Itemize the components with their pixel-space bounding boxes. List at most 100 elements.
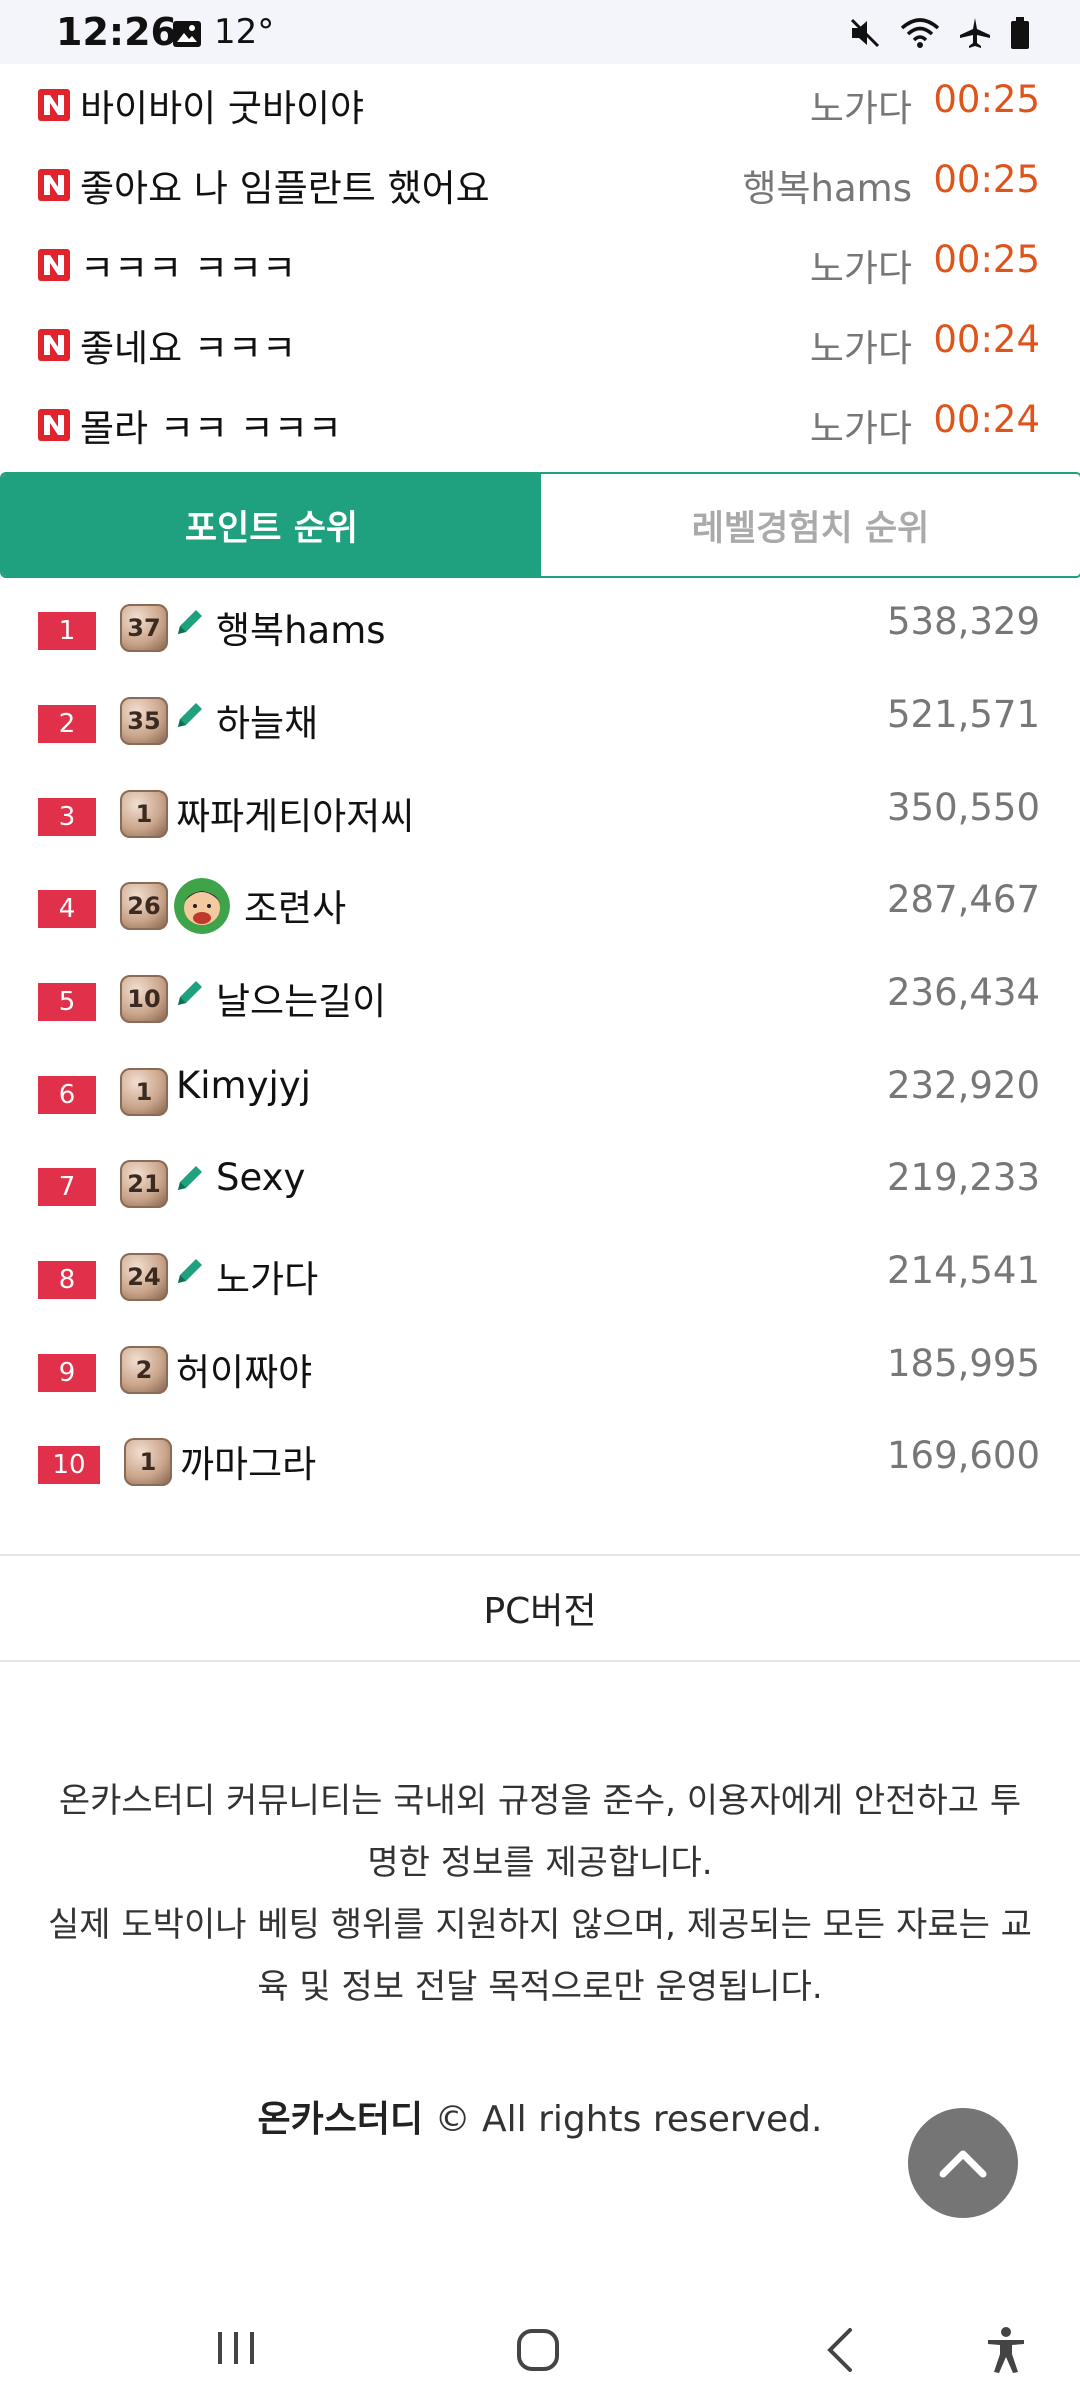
comment-time: 00:25 [933,238,1040,281]
level-badge-icon: 26 [120,882,168,930]
ranking-score: 538,329 [886,600,1040,643]
comment-item[interactable]: 좋네요 ㅋㅋㅋ 노가다 00:24 [0,302,1080,382]
home-icon[interactable] [514,2326,562,2374]
rank-number: 2 [38,705,96,743]
ranking-row[interactable]: 10 1 까마그라 169,600 [0,1416,1080,1508]
rank-number: 9 [38,1354,96,1392]
level-badge-icon: 1 [120,1068,168,1116]
comment-time: 00:25 [933,158,1040,201]
status-temperature: 12° [214,12,275,52]
notice-line: 명한 정보를 제공합니다. [367,1843,713,1883]
system-nav-bar [0,2296,1080,2408]
comment-item[interactable]: 바이바이 굿바이야 노가다 00:25 [0,62,1080,142]
ranking-user-name[interactable]: 조련사 [244,878,346,932]
ranking-user-name[interactable]: 하늘채 [216,693,318,747]
status-time: 12:26 [56,10,177,54]
status-bar: 12:26 12° [0,0,1080,64]
comment-time: 00:24 [933,318,1040,361]
level-badge-icon: 1 [120,790,168,838]
gallery-icon [173,21,201,47]
news-badge-icon [38,89,70,121]
rank-number: 8 [38,1261,96,1299]
accessibility-icon[interactable] [984,2326,1028,2374]
pencil-icon [178,1166,202,1190]
ranking-user-name[interactable]: Kimyjyj [176,1064,311,1107]
recent-apps-icon[interactable] [214,2326,258,2370]
comment-user: 행복hams [742,167,912,210]
notice-line: 온카스터디 커뮤니티는 국내외 규정을 준수, 이용자에게 안전하고 투 [58,1781,1022,1821]
level-badge-icon: 10 [120,975,168,1023]
ranking-row[interactable]: 6 1 Kimyjyj 232,920 [0,1046,1080,1138]
ranking-row[interactable]: 8 24 노가다 214,541 [0,1231,1080,1323]
ranking-score: 219,233 [886,1156,1040,1199]
comment-item[interactable]: ㅋㅋㅋ ㅋㅋㅋ 노가다 00:25 [0,222,1080,302]
level-badge-icon: 2 [120,1346,168,1394]
comment-time: 00:24 [933,398,1040,441]
rank-number: 3 [38,798,96,836]
ranking-row[interactable]: 5 10 날으는길이 236,434 [0,953,1080,1045]
ranking-row[interactable]: 9 2 허이짜야 185,995 [0,1324,1080,1416]
comment-text[interactable]: 바이바이 굿바이야 [80,78,364,132]
ranking-user-name[interactable]: 행복hams [216,600,386,654]
back-icon[interactable] [820,2326,860,2374]
ranking-user-name[interactable]: Sexy [216,1156,305,1199]
scroll-top-button[interactable] [908,2108,1018,2218]
chevron-up-icon [939,2150,987,2178]
ranking-score: 232,920 [886,1064,1040,1107]
comment-text[interactable]: 좋아요 나 임플란트 했어요 [80,158,490,212]
mute-icon [850,18,880,48]
rank-number: 10 [38,1446,100,1484]
comment-item[interactable]: 몰라 ㅋㅋ ㅋㅋㅋ 노가다 00:24 [0,382,1080,462]
news-badge-icon [38,169,70,201]
ranking-user-name[interactable]: 노가다 [216,1249,318,1303]
rank-number: 5 [38,983,96,1021]
comment-user: 노가다 [809,87,912,130]
rank-number: 1 [38,612,96,650]
rank-number: 7 [38,1168,96,1206]
comment-time: 00:25 [933,78,1040,121]
level-badge-icon: 37 [120,604,168,652]
ranking-row[interactable]: 7 21 Sexy 219,233 [0,1138,1080,1230]
ranking-tabs: 포인트 순위 레벨경험치 순위 [0,472,1080,578]
ranking-row[interactable]: 2 35 하늘채 521,571 [0,675,1080,767]
comment-text[interactable]: ㅋㅋㅋ ㅋㅋㅋ [80,238,296,292]
footer-brand: 온카스터디 [257,2099,424,2140]
rank-number: 6 [38,1076,96,1114]
news-badge-icon [38,409,70,441]
ranking-score: 169,600 [886,1434,1040,1477]
pencil-icon [178,703,202,727]
airplane-icon [960,18,990,48]
pencil-icon [178,1259,202,1283]
ranking-score: 521,571 [886,693,1040,736]
ranking-score: 350,550 [886,786,1040,829]
notice-line: 육 및 정보 전달 목적으로만 운영됩니다. [257,1967,823,2007]
pencil-icon [178,981,202,1005]
comment-user: 노가다 [809,327,912,370]
level-badge-icon: 24 [120,1253,168,1301]
ranking-user-name[interactable]: 날으는길이 [216,971,386,1025]
ranking-user-name[interactable]: 허이짜야 [176,1342,312,1396]
ranking-row[interactable]: 1 37 행복hams 538,329 [0,582,1080,674]
tab-level-ranking[interactable]: 레벨경험치 순위 [541,474,1080,576]
battery-icon [1011,17,1029,49]
news-badge-icon [38,249,70,281]
copyright-text: © All rights reserved. [434,2099,823,2140]
tab-points-ranking[interactable]: 포인트 순위 [2,474,541,576]
level-badge-icon: 21 [120,1160,168,1208]
ranking-score: 236,434 [886,971,1040,1014]
comment-user: 노가다 [809,247,912,290]
pc-version-link[interactable]: PC버전 [0,1554,1080,1662]
wifi-icon [900,18,940,48]
footer-notice: 온카스터디 커뮤니티는 국내외 규정을 준수, 이용자에게 안전하고 투 명한 … [30,1770,1050,2018]
ranking-user-name[interactable]: 까마그라 [180,1434,316,1488]
pencil-icon [178,610,202,634]
news-badge-icon [38,329,70,361]
ranking-row[interactable]: 3 1 짜파게티아저씨 350,550 [0,768,1080,860]
rank-number: 4 [38,890,96,928]
comment-text[interactable]: 몰라 ㅋㅋ ㅋㅋㅋ [80,398,342,452]
comment-item[interactable]: 좋아요 나 임플란트 했어요 행복hams 00:25 [0,142,1080,222]
ranking-row[interactable]: 4 26 조련사 287,467 [0,860,1080,952]
ranking-score: 185,995 [886,1342,1040,1385]
comment-text[interactable]: 좋네요 ㅋㅋㅋ [80,318,296,372]
ranking-user-name[interactable]: 짜파게티아저씨 [176,786,414,840]
